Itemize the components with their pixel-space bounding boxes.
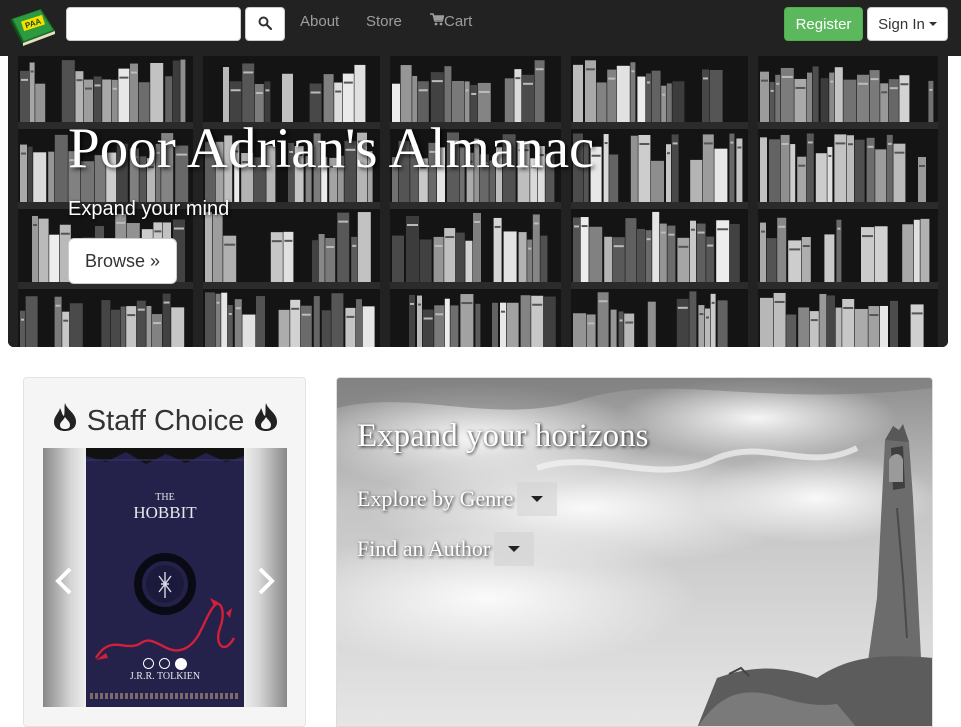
top-navbar: PAA About Store Cart Register Sign In (0, 0, 961, 56)
cart-label: Cart (444, 13, 473, 30)
search-input[interactable] (66, 7, 241, 41)
explore-by-genre-dropdown[interactable]: Explore by Genre (357, 482, 558, 516)
nav-link-about[interactable]: About (300, 13, 339, 30)
hero-jumbotron: Poor Adrian's Almanac Expand your mind B… (8, 56, 948, 347)
explore-by-genre-label[interactable]: Explore by Genre (357, 486, 513, 512)
browse-button[interactable]: Browse » (68, 238, 177, 284)
hero-subtitle: Expand your mind (68, 198, 230, 220)
site-logo[interactable]: PAA (7, 5, 57, 47)
search-button[interactable] (245, 7, 285, 41)
author-dropdown-toggle[interactable] (494, 532, 535, 566)
carousel-indicators (143, 658, 187, 670)
carousel-indicator[interactable] (159, 658, 170, 669)
sign-in-label: Sign In (878, 15, 925, 33)
carousel-indicator[interactable] (143, 658, 154, 669)
book-title-line2: HOBBIT (133, 503, 197, 522)
caret-down-icon (928, 22, 937, 26)
cart-icon (430, 13, 445, 30)
caret-down-icon (531, 496, 544, 502)
book-title-line1: THE (155, 492, 174, 503)
register-button[interactable]: Register (784, 7, 863, 41)
nav-link-cart[interactable]: Cart (430, 13, 472, 30)
hero-title: Poor Adrian's Almanac (68, 117, 595, 180)
find-an-author-dropdown[interactable]: Find an Author (357, 532, 535, 566)
horizons-panel: Expand your horizons Explore by Genre Fi… (336, 377, 933, 727)
staff-choice-panel: Staff Choice THE HOBBIT J.R.R. TOLKIEN (23, 377, 306, 727)
flame-icon (51, 402, 79, 440)
genre-dropdown-toggle[interactable] (517, 482, 558, 516)
sign-in-dropdown-button[interactable]: Sign In (867, 7, 948, 41)
search-icon (258, 16, 273, 33)
carousel-indicator-active[interactable] (175, 658, 187, 670)
staff-choice-title: Staff Choice (86, 404, 245, 437)
staff-choice-carousel[interactable]: THE HOBBIT J.R.R. TOLKIEN (43, 448, 287, 707)
horizons-title: Expand your horizons (357, 418, 649, 454)
chevron-left-icon[interactable] (53, 566, 75, 601)
flame-icon (252, 402, 280, 440)
nav-link-store[interactable]: Store (366, 13, 402, 30)
find-an-author-label[interactable]: Find an Author (357, 536, 490, 562)
book-author: J.R.R. TOLKIEN (130, 671, 200, 682)
chevron-right-icon[interactable] (255, 566, 277, 601)
staff-choice-heading: Staff Choice (24, 402, 307, 440)
caret-down-icon (508, 546, 521, 552)
